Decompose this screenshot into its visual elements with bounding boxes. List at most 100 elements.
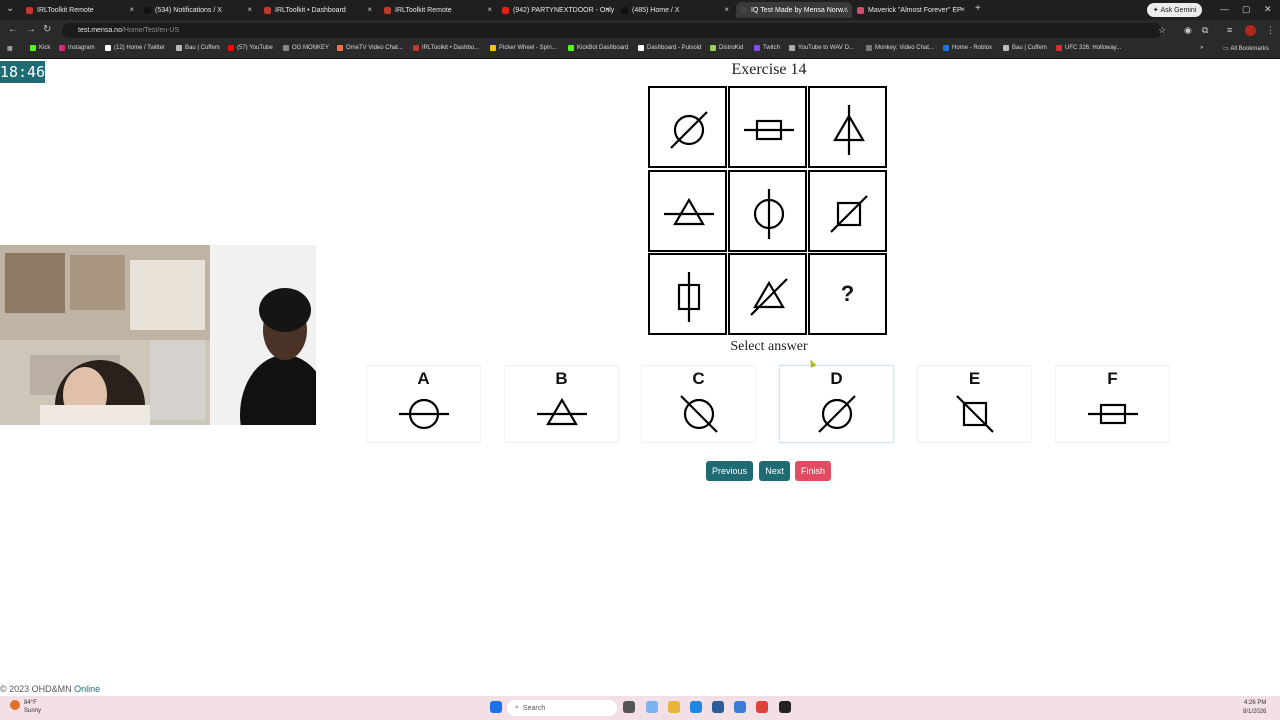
bookmark-favicon-icon (105, 45, 111, 51)
bookmark-item[interactable]: Picker Wheel - Spin... (490, 45, 557, 51)
tab-close-icon[interactable]: × (724, 5, 729, 14)
bookmark-item[interactable]: OG MONKEY (283, 45, 329, 51)
bookmark-favicon-icon (710, 45, 716, 51)
copilot-icon[interactable] (646, 701, 658, 713)
minimize-icon[interactable]: — (1220, 4, 1229, 14)
browser-tab[interactable]: IRLToolkit • Dashboard × (260, 2, 376, 18)
tab-close-icon[interactable]: × (487, 5, 492, 14)
chrome-icon[interactable] (756, 701, 768, 713)
tab-label: (942) PARTYNEXTDOOR - Only (513, 6, 614, 14)
mail-icon[interactable] (734, 701, 746, 713)
browser-tab[interactable]: Maverick "Almost Forever" EP × (853, 2, 969, 18)
puzzle-cell (648, 170, 727, 252)
shape-line (956, 395, 994, 433)
shape-triangle (673, 197, 705, 226)
previous-button[interactable]: Previous (706, 461, 753, 481)
weather-widget[interactable]: 84°F Sunny (24, 699, 41, 715)
shape-line (818, 395, 856, 433)
bookmark-item[interactable]: (57) YouTube (228, 45, 273, 51)
taskbar-clock[interactable]: 4:26 PM 8/1/2026 (1243, 699, 1266, 717)
tab-favicon-icon (384, 6, 391, 14)
bookmark-label: Picker Wheel - Spin... (499, 45, 557, 51)
edge-icon[interactable] (690, 701, 702, 713)
next-button[interactable]: Next (759, 461, 790, 481)
bookmark-item[interactable]: KickBot Dashboard (568, 45, 628, 51)
tab-close-icon[interactable]: × (247, 5, 252, 14)
option-shape-icon (1088, 403, 1138, 425)
bookmark-item[interactable]: Dashboard - Pulsoid (638, 45, 701, 51)
bookmark-item[interactable]: YouTube to WAV D... (789, 45, 854, 51)
back-icon[interactable]: ← (8, 24, 18, 35)
bookmark-item[interactable]: Kick (30, 45, 50, 51)
store-icon[interactable] (712, 701, 724, 713)
tab-search-icon[interactable]: ⌄ (6, 3, 14, 14)
bookmark-item[interactable]: OmeTV Video Chat... (337, 45, 403, 51)
start-icon[interactable] (490, 701, 502, 713)
browser-tab[interactable]: IQ Test Made by Mensa Norw... × (736, 2, 852, 18)
all-bookmarks[interactable]: ▭ All Bookmarks (1223, 45, 1269, 53)
answer-option-b[interactable]: B (504, 365, 619, 443)
tab-label: IQ Test Made by Mensa Norw... (751, 6, 849, 14)
task-view-icon[interactable] (623, 701, 635, 713)
obs-icon[interactable] (779, 701, 791, 713)
address-bar-row: ← → ↻ test.mensa.no/Home/Test/en-US ☆ ◉ … (0, 20, 1280, 41)
browser-tab[interactable]: (942) PARTYNEXTDOOR - Only × (498, 2, 614, 18)
reload-icon[interactable]: ↻ (43, 24, 51, 35)
tab-close-icon[interactable]: × (843, 5, 848, 14)
new-tab-button[interactable]: + (975, 3, 981, 14)
bookmark-item[interactable]: Home - Roblox (943, 45, 992, 51)
menu-icon[interactable]: ⋮ (1266, 25, 1275, 36)
browser-tab[interactable]: IRLToolkit Remote × (380, 2, 496, 18)
bookmark-item[interactable]: UFC 326: Holloway... (1056, 45, 1121, 51)
finish-button[interactable]: Finish (795, 461, 831, 481)
puzzle-cell (728, 253, 807, 335)
bookmark-item[interactable]: Bau | Cuffem (1003, 45, 1047, 51)
bookmark-item[interactable]: Bau | Cuffem (176, 45, 220, 51)
close-window-icon[interactable]: ✕ (1264, 4, 1272, 15)
ask-gemini-button[interactable]: ✦ Ask Gemini (1147, 3, 1202, 17)
bookmark-favicon-icon (568, 45, 574, 51)
bookmark-star-icon[interactable]: ☆ (1158, 25, 1166, 36)
bookmark-favicon-icon (176, 45, 182, 51)
extensions-puzzle-icon[interactable]: ⧉ (1202, 25, 1208, 36)
url-input[interactable]: test.mensa.no/Home/Test/en-US (62, 23, 1162, 38)
browser-tab[interactable]: (534) Notifications / X × (140, 2, 256, 18)
answer-option-c[interactable]: C (641, 365, 756, 443)
option-shape-icon (537, 397, 587, 426)
answer-option-d[interactable]: D (779, 365, 894, 443)
tab-close-icon[interactable]: × (367, 5, 372, 14)
apps-grid-icon[interactable]: ▦ (7, 45, 13, 52)
tab-close-icon[interactable]: × (129, 5, 134, 14)
weather-icon[interactable] (10, 700, 20, 710)
bookmark-item[interactable]: Monkey: Video Chat... (866, 45, 934, 51)
file-explorer-icon[interactable] (668, 701, 680, 713)
tab-label: IRLToolkit Remote (37, 6, 94, 14)
bookmark-item[interactable]: Instagram (59, 45, 95, 51)
footer-link[interactable]: Online (74, 684, 100, 694)
bookmark-label: Kick (39, 45, 51, 51)
more-bookmarks-icon[interactable]: » (1200, 45, 1203, 51)
tab-close-icon[interactable]: × (960, 5, 965, 14)
extension-icon[interactable]: ◉ (1184, 25, 1192, 36)
bookmark-item[interactable]: (12) Home / Twitter (105, 45, 165, 51)
maximize-icon[interactable]: ▢ (1242, 4, 1251, 15)
bookmark-label: Monkey: Video Chat... (875, 45, 934, 51)
browser-tab[interactable]: (485) Home / X × (617, 2, 733, 18)
tab-label: (534) Notifications / X (155, 6, 222, 14)
bookmark-item[interactable]: IRLToolkit • Dashbo... (413, 45, 479, 51)
weather-desc: Sunny (24, 708, 42, 714)
profile-avatar[interactable] (1245, 25, 1256, 36)
answer-option-e[interactable]: E (917, 365, 1032, 443)
option-shape-icon (680, 395, 718, 433)
forward-icon[interactable]: → (26, 24, 36, 35)
tab-favicon-icon (502, 6, 509, 14)
bookmark-item[interactable]: Twitch (754, 45, 780, 51)
answer-option-f[interactable]: F (1055, 365, 1170, 443)
taskbar-search[interactable]: ⌕ Search (507, 700, 617, 716)
answer-option-a[interactable]: A (366, 365, 481, 443)
browser-tab[interactable]: IRLToolkit Remote × (22, 2, 138, 18)
bookmark-item[interactable]: DistroKid (710, 45, 743, 51)
media-icon[interactable]: ≡ (1227, 25, 1232, 35)
tab-close-icon[interactable]: × (605, 5, 610, 14)
puzzle-shape-icon (677, 272, 701, 322)
